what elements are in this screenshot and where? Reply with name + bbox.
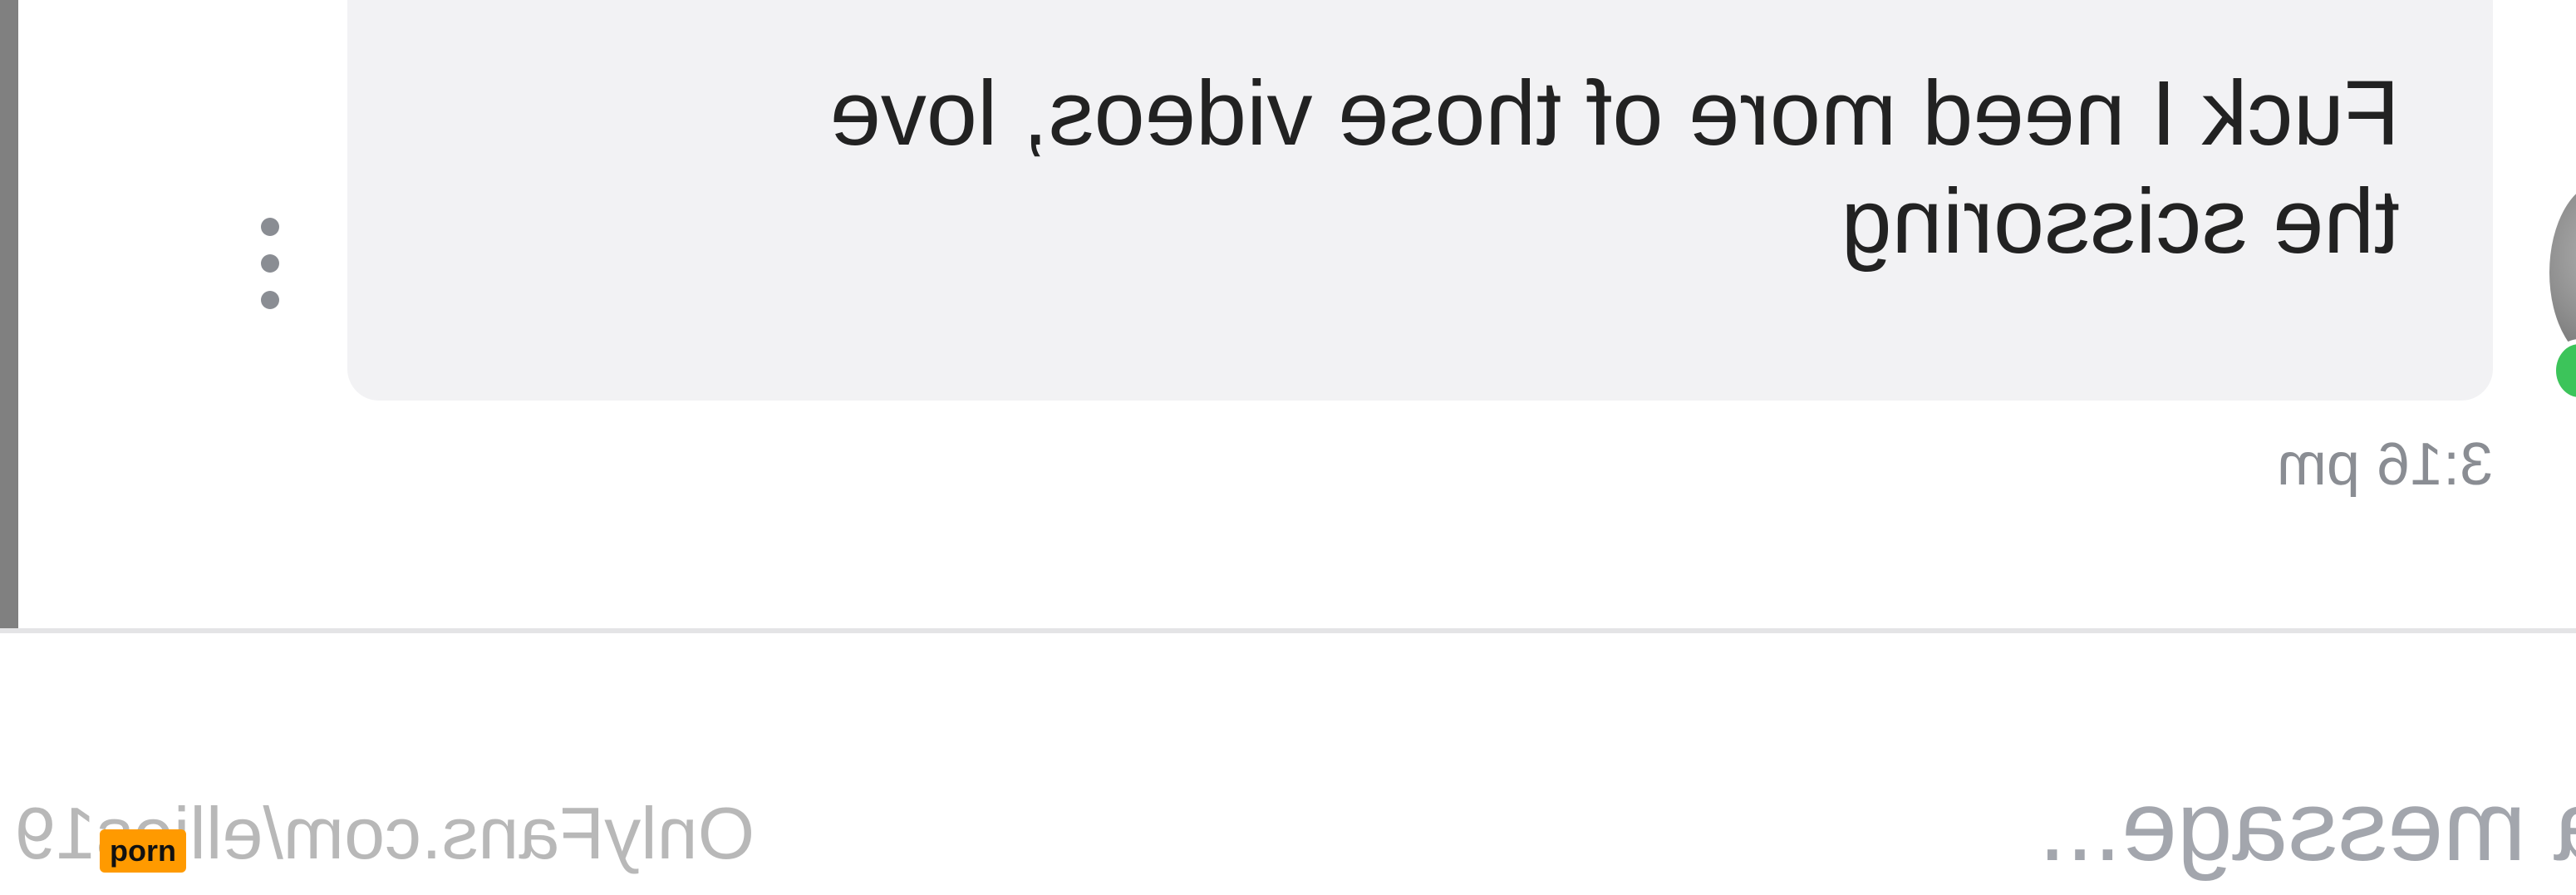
message-text: Fuck I need more of those videos, love t… [406, 60, 2400, 276]
more-options-icon[interactable] [249, 218, 291, 309]
porn-badge: porn [100, 829, 186, 873]
avatar[interactable] [2549, 181, 2576, 364]
message-input-placeholder[interactable]: a message... [2038, 769, 2576, 883]
chat-screen: Fuck I need more of those videos, love t… [0, 0, 2576, 895]
left-edge-bar [0, 0, 18, 632]
message-line-2: the scissoring [1841, 170, 2400, 273]
message-line-1: Fuck I need more of those videos, love [829, 62, 2400, 165]
message-timestamp: 3:16 pm [2276, 431, 2493, 498]
online-status-indicator [2551, 339, 2576, 402]
